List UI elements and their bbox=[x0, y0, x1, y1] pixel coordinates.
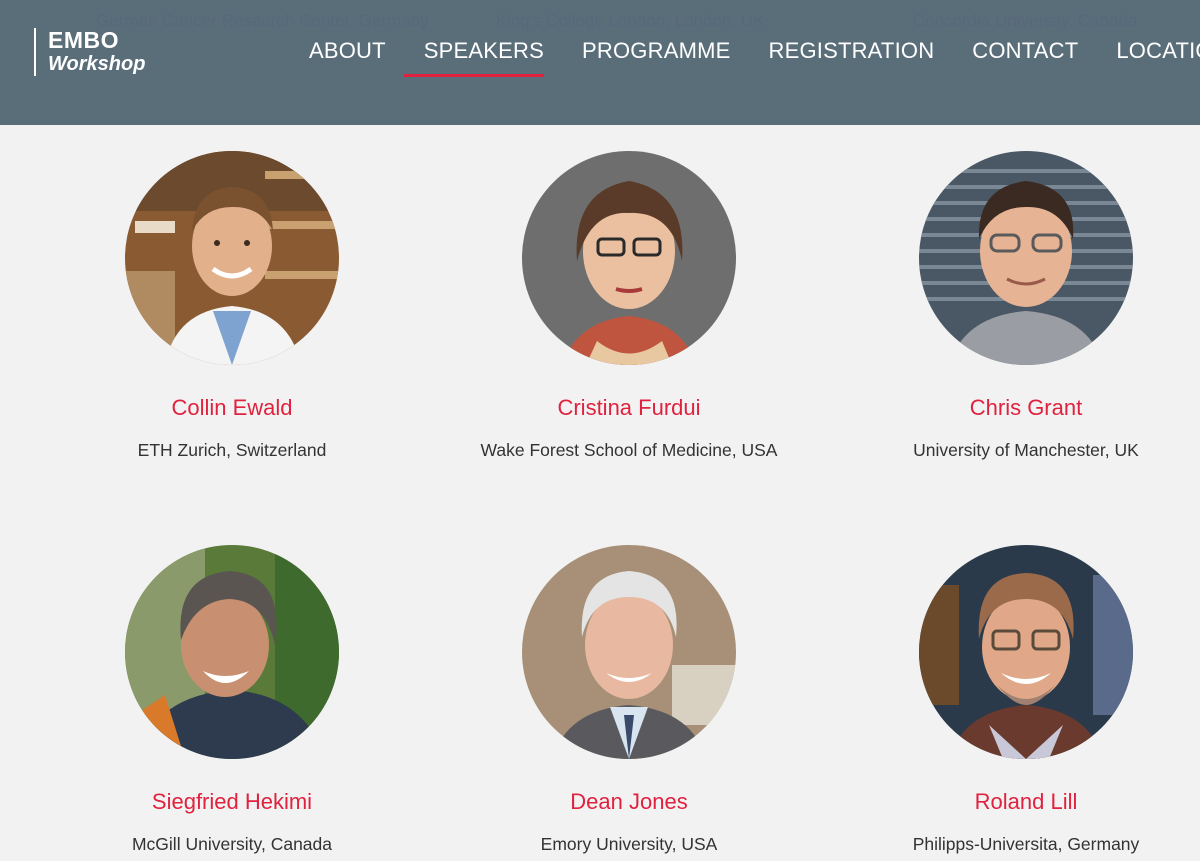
speaker-affiliation: Wake Forest School of Medicine, USA bbox=[480, 440, 778, 460]
speaker-affiliation: McGill University, Canada bbox=[131, 834, 332, 854]
speaker-card: Dean Jones Emory University, USA bbox=[439, 545, 819, 855]
speaker-photo[interactable] bbox=[125, 151, 339, 365]
speaker-name[interactable]: Dean Jones bbox=[439, 788, 819, 816]
speaker-name[interactable]: Siegfried Hekimi bbox=[42, 788, 422, 816]
logo-sub-text: Workshop bbox=[48, 53, 146, 75]
page: German Cancer Research Center, Germany K… bbox=[0, 0, 1200, 861]
speaker-photo[interactable] bbox=[522, 545, 736, 759]
nav-item-registration[interactable]: REGISTRATION bbox=[750, 34, 954, 74]
active-nav-underline bbox=[404, 74, 544, 77]
speaker-photo[interactable] bbox=[919, 545, 1133, 759]
nav-item-contact[interactable]: CONTACT bbox=[953, 34, 1097, 74]
speaker-card: Cristina Furdui Wake Forest School of Me… bbox=[439, 151, 819, 461]
speaker-name[interactable]: Collin Ewald bbox=[42, 394, 422, 422]
speaker-card: Chris Grant University of Manchester, UK bbox=[836, 151, 1200, 461]
speaker-name[interactable]: Cristina Furdui bbox=[439, 394, 819, 422]
speaker-affiliation: ETH Zurich, Switzerland bbox=[137, 440, 327, 460]
embo-workshop-logo[interactable]: EMBO Workshop bbox=[34, 28, 145, 76]
speaker-affiliation: Philipps-Universita, Germany bbox=[912, 834, 1140, 854]
nav-item-speakers[interactable]: SPEAKERS bbox=[405, 34, 563, 74]
nav-item-location[interactable]: LOCATION bbox=[1097, 34, 1200, 74]
speaker-photo[interactable] bbox=[919, 151, 1133, 365]
speaker-affiliation: University of Manchester, UK bbox=[913, 440, 1139, 460]
speaker-card: Collin Ewald ETH Zurich, Switzerland bbox=[42, 151, 422, 461]
site-header: German Cancer Research Center, Germany K… bbox=[0, 0, 1200, 125]
speaker-card: Roland Lill Philipps-Universita, Germany bbox=[836, 545, 1200, 855]
speaker-photo[interactable] bbox=[125, 545, 339, 759]
speaker-name[interactable]: Roland Lill bbox=[836, 788, 1200, 816]
speaker-affiliation: Emory University, USA bbox=[540, 834, 718, 854]
speaker-photo[interactable] bbox=[522, 151, 736, 365]
logo-main-text: EMBO bbox=[48, 27, 119, 53]
nav-item-about[interactable]: ABOUT bbox=[290, 34, 405, 74]
nav-item-programme[interactable]: PROGRAMME bbox=[563, 34, 749, 74]
speakers-grid: Collin Ewald ETH Zurich, Switzerland Cri… bbox=[0, 125, 1200, 861]
speaker-card: Siegfried Hekimi McGill University, Cana… bbox=[42, 545, 422, 855]
main-nav: ABOUT SPEAKERS PROGRAMME REGISTRATION CO… bbox=[290, 34, 1200, 74]
speaker-name[interactable]: Chris Grant bbox=[836, 394, 1200, 422]
